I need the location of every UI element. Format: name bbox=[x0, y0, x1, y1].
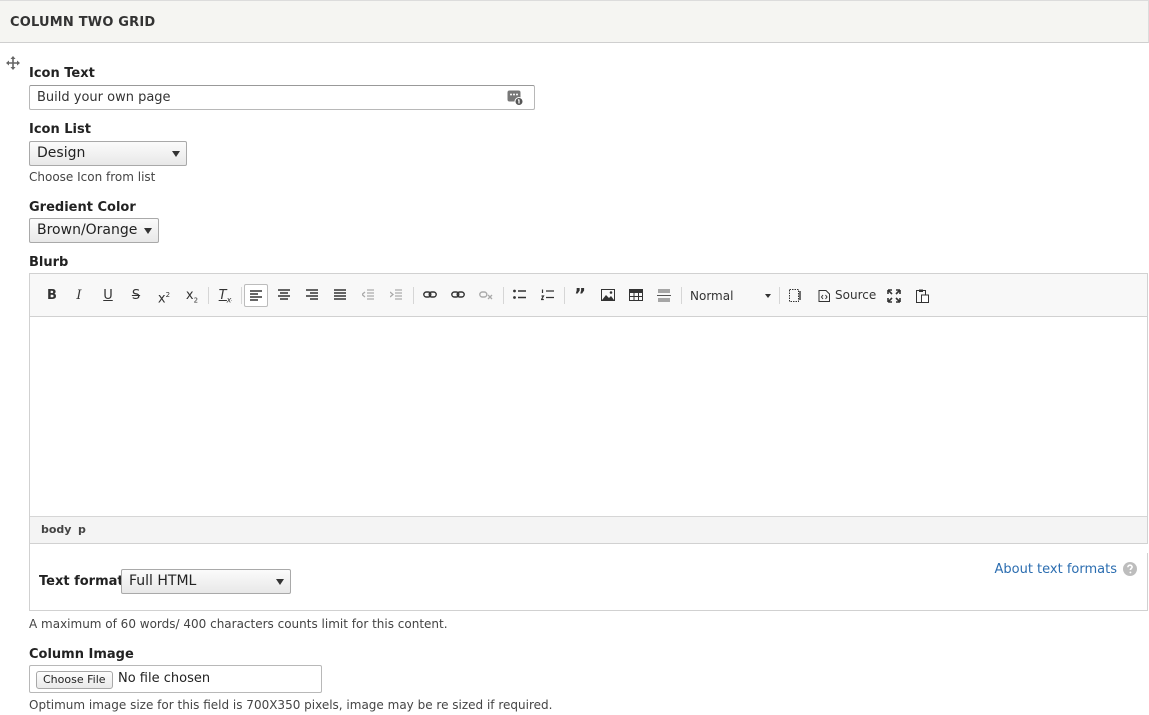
chevron-down-icon bbox=[765, 294, 771, 298]
chevron-down-icon bbox=[172, 151, 180, 157]
help-icon[interactable] bbox=[1123, 562, 1137, 576]
path-item-p[interactable]: p bbox=[78, 523, 86, 536]
editor-content-area[interactable] bbox=[30, 317, 1147, 517]
blurb-editor: B I U S x2 x2 Tx ” Normal Source body p bbox=[29, 273, 1148, 544]
icon-list-description: Choose Icon from list bbox=[29, 170, 156, 184]
icon-list-selected: Design bbox=[37, 145, 86, 161]
drag-handle-icon[interactable] bbox=[6, 56, 20, 70]
image-icon[interactable] bbox=[596, 284, 620, 307]
paragraph-format-value: Normal bbox=[690, 289, 734, 303]
text-format-label: Text format bbox=[39, 574, 124, 589]
table-icon[interactable] bbox=[624, 284, 648, 307]
blurb-label: Blurb bbox=[29, 255, 69, 270]
paste-icon[interactable] bbox=[911, 284, 935, 307]
field-widget-icon[interactable] bbox=[507, 89, 524, 106]
indent-icon[interactable] bbox=[385, 284, 409, 307]
chevron-down-icon bbox=[144, 228, 152, 234]
file-status: No file chosen bbox=[118, 671, 211, 686]
editor-toolbar: B I U S x2 x2 Tx ” Normal Source bbox=[30, 274, 1147, 317]
section-header: COLUMN TWO GRID bbox=[0, 0, 1149, 43]
column-image-file-input[interactable]: Choose File No file chosen bbox=[29, 665, 322, 693]
icon-text-input[interactable]: Build your own page bbox=[29, 85, 535, 110]
link-icon[interactable] bbox=[418, 284, 442, 307]
column-image-label: Column Image bbox=[29, 647, 134, 662]
icon-text-label: Icon Text bbox=[29, 66, 95, 81]
column-image-description: Optimum image size for this field is 700… bbox=[29, 698, 553, 712]
gradient-color-select[interactable]: Brown/Orange bbox=[29, 218, 159, 243]
strikethrough-icon[interactable]: S bbox=[124, 284, 148, 307]
paragraph-format-dropdown[interactable]: Normal bbox=[690, 286, 773, 306]
text-format-wrapper: Text format Full HTML About text formats bbox=[29, 543, 1148, 611]
unlink-icon[interactable] bbox=[446, 284, 470, 307]
align-center-icon[interactable] bbox=[273, 284, 297, 307]
gradient-color-selected: Brown/Orange bbox=[37, 222, 138, 238]
align-left-icon[interactable] bbox=[244, 284, 268, 307]
justify-icon[interactable] bbox=[329, 284, 353, 307]
remove-format-icon[interactable]: Tx bbox=[213, 284, 237, 307]
maximize-icon[interactable] bbox=[882, 284, 906, 307]
text-format-select[interactable]: Full HTML bbox=[121, 569, 291, 594]
about-text-formats-link[interactable]: About text formats bbox=[994, 562, 1117, 577]
element-path-bar: body p bbox=[30, 516, 1147, 543]
blockquote-icon[interactable]: ” bbox=[568, 284, 592, 307]
underline-icon[interactable]: U bbox=[96, 284, 120, 307]
source-label: Source bbox=[835, 288, 877, 302]
path-item-body[interactable]: body bbox=[41, 523, 71, 536]
choose-file-button[interactable]: Choose File bbox=[36, 671, 113, 689]
show-blocks-icon[interactable] bbox=[784, 284, 808, 307]
numbered-list-icon[interactable] bbox=[536, 284, 560, 307]
blurb-description: A maximum of 60 words/ 400 characters co… bbox=[29, 617, 448, 631]
icon-list-select[interactable]: Design bbox=[29, 141, 187, 166]
italic-icon[interactable]: I bbox=[67, 284, 91, 307]
horizontal-rule-icon[interactable] bbox=[652, 284, 676, 307]
gradient-color-label: Gredient Color bbox=[29, 200, 136, 215]
section-title: COLUMN TWO GRID bbox=[10, 15, 156, 30]
icon-list-label: Icon List bbox=[29, 122, 91, 137]
outdent-icon[interactable] bbox=[357, 284, 381, 307]
align-right-icon[interactable] bbox=[301, 284, 325, 307]
source-icon bbox=[818, 290, 830, 302]
subscript-icon[interactable]: x2 bbox=[180, 284, 204, 307]
bold-icon[interactable]: B bbox=[40, 284, 64, 307]
text-format-selected: Full HTML bbox=[129, 573, 197, 589]
superscript-icon[interactable]: x2 bbox=[152, 284, 176, 307]
chevron-down-icon bbox=[276, 579, 284, 585]
icon-text-value: Build your own page bbox=[37, 90, 171, 105]
anchor-icon[interactable] bbox=[474, 284, 498, 307]
bulleted-list-icon[interactable] bbox=[508, 284, 532, 307]
